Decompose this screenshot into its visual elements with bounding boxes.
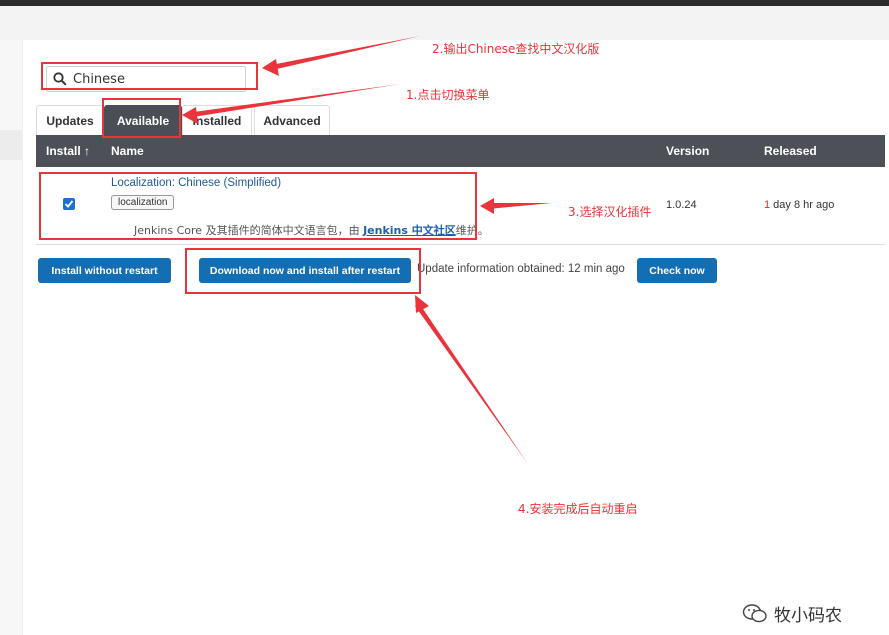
annotation-step1: 1.点击切换菜单 — [406, 88, 490, 102]
arrow-step2 — [266, 36, 420, 71]
annotation-step4: 4.安装完成后自动重启 — [518, 502, 638, 516]
arrow-step1 — [186, 84, 400, 118]
watermark: 牧小码农 — [742, 601, 842, 626]
annotation-step2: 2.输出Chinese查找中文汉化版 — [432, 42, 600, 56]
wechat-icon — [742, 603, 767, 622]
annotation-step3: 3.选择汉化插件 — [568, 205, 652, 219]
watermark-text: 牧小码农 — [774, 606, 842, 626]
arrow-step3 — [488, 203, 552, 209]
arrow-step4 — [415, 303, 528, 464]
